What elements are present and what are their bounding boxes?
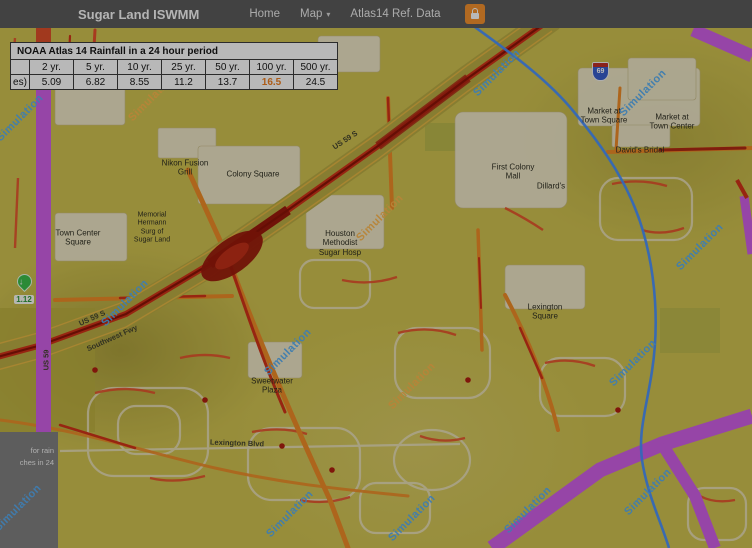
rainfall-stub-header — [11, 60, 30, 75]
rainfall-col-header: 100 yr. — [250, 60, 294, 75]
nav-map-dropdown[interactable]: Map ▾ — [290, 8, 340, 20]
lock-button[interactable] — [465, 4, 485, 24]
nav-map-label: Map — [300, 8, 322, 20]
nav-home[interactable]: Home — [239, 8, 290, 20]
map-marker[interactable]: ↓ 1.12 — [12, 274, 36, 307]
rainfall-table-title-row: NOAA Atlas 14 Rainfall in a 24 hour peri… — [11, 43, 338, 60]
chevron-down-icon: ▾ — [326, 10, 330, 19]
nav-atlas14-ref-data[interactable]: Atlas14 Ref. Data — [340, 8, 450, 20]
rainfall-col-header: 500 yr. — [294, 60, 338, 75]
map-roads-svg — [0, 28, 752, 548]
rainfall-col-header: 5 yr. — [74, 60, 118, 75]
rainfall-col-header: 10 yr. — [118, 60, 162, 75]
panel-text-line-2: ches in 24 — [20, 458, 54, 467]
rainfall-value: 5.09 — [30, 75, 74, 90]
nav-home-label: Home — [249, 8, 280, 20]
legend-panel-edge[interactable]: for rain ches in 24 — [0, 432, 58, 548]
rainfall-table: NOAA Atlas 14 Rainfall in a 24 hour peri… — [10, 42, 338, 90]
app-window: Sugar Land ISWMM Home Map ▾ Atlas14 Ref.… — [0, 0, 752, 548]
rainfall-table-title: NOAA Atlas 14 Rainfall in a 24 hour peri… — [11, 43, 338, 60]
green-pin-icon: ↓ — [13, 271, 34, 292]
nav-atlas14-label: Atlas14 Ref. Data — [350, 8, 440, 20]
rainfall-col-header: 25 yr. — [162, 60, 206, 75]
rainfall-table-header-row: 2 yr.5 yr.10 yr.25 yr.50 yr.100 yr.500 y… — [11, 60, 338, 75]
rainfall-value: 11.2 — [162, 75, 206, 90]
rainfall-value: 24.5 — [294, 75, 338, 90]
rainfall-value: 6.82 — [74, 75, 118, 90]
main-nav: Home Map ▾ Atlas14 Ref. Data — [239, 4, 484, 24]
shield-number: 69 — [593, 67, 608, 77]
rainfall-value: 16.5 — [250, 75, 294, 90]
marker-value-badge: 1.12 — [14, 295, 34, 304]
rainfall-col-header: 2 yr. — [30, 60, 74, 75]
rainfall-table-value-row: es) 5.096.828.5511.213.716.524.5 — [11, 75, 338, 90]
rainfall-value: 13.7 — [206, 75, 250, 90]
app-header: Sugar Land ISWMM Home Map ▾ Atlas14 Ref.… — [0, 0, 752, 28]
lock-icon — [471, 13, 479, 19]
panel-text-line-1: for rain — [31, 446, 54, 455]
rainfall-value: 8.55 — [118, 75, 162, 90]
app-title: Sugar Land ISWMM — [78, 7, 199, 22]
highway-shield-icon: 69 — [592, 62, 609, 81]
rainfall-col-header: 50 yr. — [206, 60, 250, 75]
map-canvas[interactable] — [0, 28, 752, 548]
rainfall-row-label-clipped: es) — [11, 75, 30, 90]
